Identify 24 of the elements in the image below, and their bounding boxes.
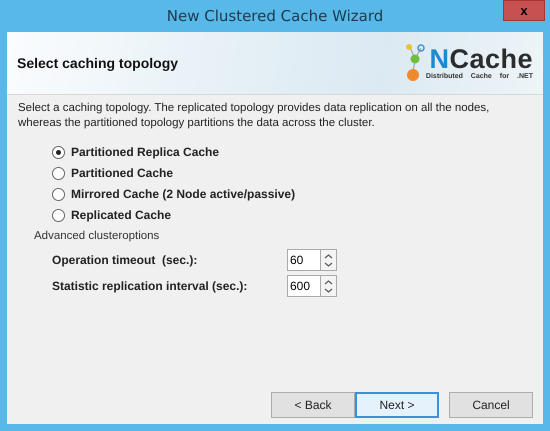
number-field[interactable]: 600: [287, 275, 321, 297]
number-field[interactable]: 60: [287, 249, 321, 271]
dialog-button[interactable]: Cancel: [449, 392, 533, 418]
close-button[interactable]: x: [503, 0, 545, 21]
description-text: Select a caching topology. The replicated topology provides data replication on all the nodes, whereas the partitioned topology partitions the data across the cluster.: [17, 101, 490, 131]
page-heading: Select caching topology: [17, 55, 178, 71]
caret-down-icon: [324, 262, 333, 266]
caret-up-icon: [324, 254, 333, 258]
dialog-button[interactable]: < Back: [271, 392, 355, 418]
spinner-control[interactable]: [321, 249, 337, 271]
field-label: Operation timeout (sec.):: [52, 253, 198, 267]
window-title: New Clustered Cache Wizard: [166, 7, 384, 25]
molecule-icon: [404, 43, 425, 83]
dialog-button[interactable]: Next >: [355, 392, 439, 418]
caret-up-icon: [324, 280, 333, 284]
spinner-control[interactable]: [321, 275, 337, 297]
field-label: Statistic replication interval (sec.):: [52, 279, 248, 293]
logo-wordmark: NCache: [429, 46, 533, 73]
topology-radio[interactable]: Replicated Cache: [52, 207, 533, 223]
topology-radio[interactable]: Mirrored Cache (2 Node active/passive): [52, 186, 533, 202]
caret-down-icon: [324, 288, 333, 292]
topology-radio[interactable]: Partitioned Replica Cache: [52, 144, 533, 160]
section-label: Advanced clusteroptions: [34, 230, 160, 242]
topology-radio[interactable]: Partitioned Cache: [52, 165, 533, 181]
